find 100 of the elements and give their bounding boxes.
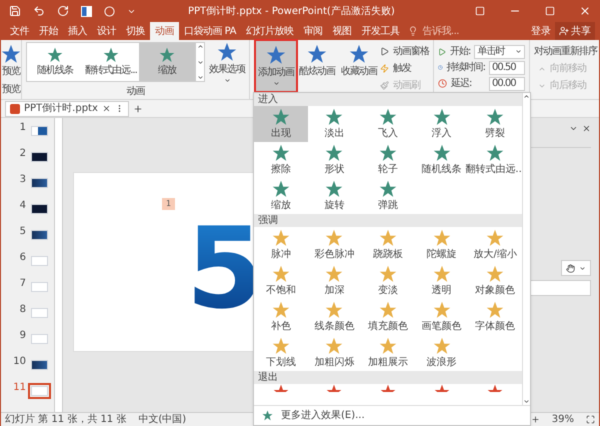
ribbon-tab[interactable]: 开发工具 — [356, 22, 404, 40]
delay-field[interactable]: 00.00 — [489, 76, 525, 90]
ribbon-tab[interactable]: 口袋动画 PA — [179, 22, 241, 40]
document-tab[interactable]: PPT倒计时.pptx — [5, 100, 129, 116]
slide-thumbnail-frame[interactable] — [28, 279, 51, 295]
effect-item[interactable]: 字体颜色 — [468, 299, 522, 335]
ribbon-tab[interactable]: 审阅 — [298, 22, 328, 40]
effect-item[interactable]: 翻转式由远... — [468, 142, 522, 178]
effect-item[interactable]: 加粗展示 — [361, 335, 415, 371]
effect-item[interactable]: 脉冲 — [254, 227, 308, 263]
slide-thumbnail-frame[interactable] — [28, 253, 51, 269]
gallery-scroll[interactable] — [195, 43, 204, 81]
ribbon-tab[interactable]: 插入 — [63, 22, 92, 40]
slide-thumbnail-frame[interactable] — [28, 331, 51, 347]
effect-item[interactable]: 波浪形 — [414, 335, 468, 371]
close-icon[interactable] — [579, 5, 591, 17]
reorder-title: 对动画重新排序 — [534, 44, 597, 59]
effect-item[interactable]: 彩色脉冲 — [308, 227, 362, 263]
share-button[interactable]: 共享 — [555, 22, 595, 40]
effect-item[interactable]: 放大/缩小 — [468, 227, 522, 263]
effect-item[interactable]: 弹跳 — [361, 178, 415, 214]
gallery-item[interactable]: 缩放 — [139, 43, 195, 81]
gallery-item[interactable]: 翻转式由远... — [83, 43, 139, 81]
scrollbar[interactable] — [54, 118, 62, 412]
slide-thumbnail-frame[interactable] — [28, 175, 51, 191]
effect-item[interactable]: 擦除 — [254, 142, 308, 178]
ribbon-tab[interactable]: 幻灯片放映 — [240, 22, 298, 40]
slide-thumbnail-frame[interactable] — [28, 149, 51, 165]
effect-item[interactable]: 缩放 — [254, 178, 308, 214]
start-dropdown[interactable]: 单击时 — [474, 44, 525, 58]
spin-field[interactable] — [530, 280, 591, 296]
layout-icon[interactable] — [81, 6, 92, 16]
effect-item[interactable]: 线条颜色 — [308, 299, 362, 335]
ribbon-tab[interactable]: 文件 — [5, 22, 34, 40]
tell-me-field[interactable]: 告诉我... — [422, 24, 474, 38]
gallery-item[interactable]: 随机线条 — [27, 43, 83, 81]
section-header: 进入 — [254, 93, 522, 106]
effect-item[interactable]: 画笔颜色 — [414, 299, 468, 335]
preview-button[interactable]: 预览 — [1, 40, 21, 79]
effect-item[interactable]: 淡出 — [308, 106, 362, 142]
slide-thumbnail-frame[interactable] — [28, 383, 51, 399]
duration-field[interactable]: 00.50 — [489, 60, 525, 74]
redo-icon[interactable] — [57, 5, 69, 17]
ribbon-tab[interactable]: 开始 — [34, 22, 63, 40]
ribbon-small-button[interactable]: 动画窗格 — [380, 44, 429, 59]
lightbulb-icon — [408, 26, 418, 36]
animation-button[interactable]: 酷炫动画 — [296, 40, 338, 90]
effect-item[interactable]: 对象颜色 — [468, 263, 522, 299]
undo-icon[interactable] — [33, 5, 45, 17]
animation-button[interactable]: 收藏动画 — [338, 40, 380, 90]
star-icon — [262, 410, 273, 421]
hand-button[interactable] — [561, 260, 591, 276]
star-icon — [486, 108, 504, 126]
effect-item[interactable]: 透明 — [414, 263, 468, 299]
slide-thumbnail-frame[interactable] — [28, 123, 51, 139]
circle-icon[interactable] — [104, 6, 115, 16]
ribbon-tab[interactable]: 动画 — [150, 22, 179, 40]
scrollbar[interactable] — [522, 93, 530, 405]
effect-item[interactable]: 填充颜色 — [361, 299, 415, 335]
fit-icon[interactable] — [586, 415, 595, 424]
caret-icon[interactable] — [569, 124, 578, 133]
effect-item[interactable]: 变淡 — [361, 263, 415, 299]
star-icon — [349, 44, 369, 64]
slide-thumbnail-frame[interactable] — [28, 357, 51, 373]
ribbon-tab[interactable]: 设计 — [92, 22, 121, 40]
effect-item[interactable]: 陀螺旋 — [414, 227, 468, 263]
effect-item[interactable]: 轮子 — [361, 142, 415, 178]
effect-item[interactable]: 劈裂 — [468, 106, 522, 142]
slide-thumbnail-frame[interactable] — [28, 305, 51, 321]
slide-number: 3 — [20, 175, 26, 185]
slide-thumbnail-frame[interactable] — [28, 227, 51, 243]
effect-item[interactable]: 出现 — [254, 106, 308, 142]
effect-item[interactable]: 补色 — [254, 299, 308, 335]
menu-item[interactable]: 更多进入效果(E)... — [254, 405, 530, 425]
effect-item[interactable]: 形状 — [308, 142, 362, 178]
slide-thumbnail-frame[interactable] — [28, 201, 51, 217]
duration-label: 持续时间: — [446, 60, 485, 75]
ribbon-tab[interactable]: 切换 — [121, 22, 150, 40]
ribbon-display-icon[interactable] — [475, 6, 485, 16]
effect-item[interactable]: 飞入 — [361, 106, 415, 142]
effect-options-button[interactable]: 效果选项 — [209, 42, 245, 84]
maximize-icon[interactable] — [545, 6, 555, 16]
ribbon-small-button[interactable]: 触发 — [380, 61, 429, 76]
effect-item[interactable]: 浮入 — [414, 106, 468, 142]
new-tab-icon[interactable] — [132, 104, 143, 114]
effect-item[interactable]: 加粗闪烁 — [308, 335, 362, 371]
add-animation-button[interactable]: 添加动画 — [256, 41, 296, 91]
effect-item[interactable]: 旋转 — [308, 178, 362, 214]
effect-item[interactable]: 跷跷板 — [361, 227, 415, 263]
slide-thumbnail — [31, 360, 48, 370]
ribbon-tab[interactable]: 视图 — [327, 22, 356, 40]
save-icon[interactable] — [9, 5, 21, 17]
effect-item[interactable]: 不饱和 — [254, 263, 308, 299]
sign-in-link[interactable]: 登录 — [527, 22, 555, 40]
zoom-in-icon[interactable] — [530, 415, 540, 424]
section-header: 强调 — [254, 214, 522, 227]
close-icon[interactable] — [582, 124, 591, 133]
effect-item[interactable]: 下划线 — [254, 335, 308, 371]
close-icon[interactable] — [102, 104, 111, 113]
effect-item[interactable]: 加深 — [308, 263, 362, 299]
